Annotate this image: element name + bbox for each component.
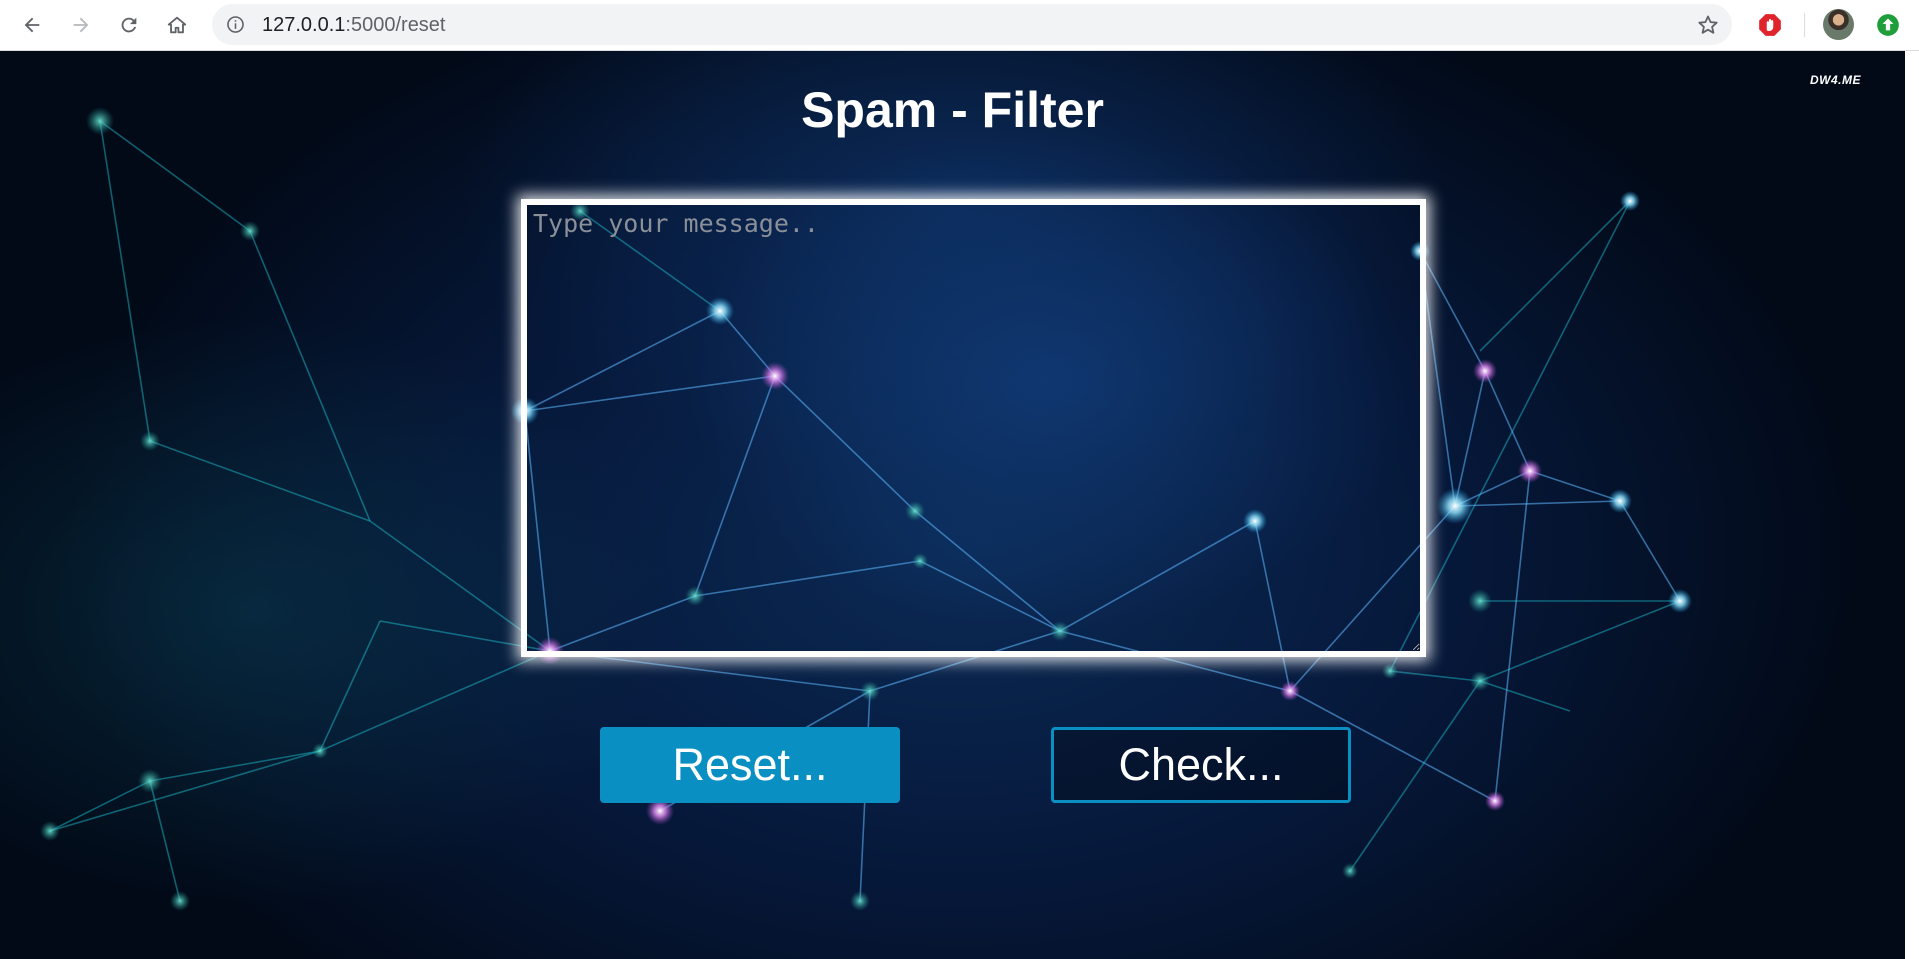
url-text[interactable]: 127.0.0.1:5000/reset <box>262 15 446 35</box>
message-input[interactable] <box>521 199 1426 657</box>
adblock-icon <box>1759 14 1781 36</box>
page-scrollbar[interactable] <box>1905 51 1919 959</box>
url-path: :5000/reset <box>345 14 446 36</box>
page-viewport: DW4.ME Spam - Filter Reset... Check... <box>0 51 1905 959</box>
toolbar-divider <box>1804 13 1805 37</box>
reset-button[interactable]: Reset... <box>600 727 900 803</box>
forward-arrow-icon <box>73 17 89 33</box>
update-extension-button[interactable] <box>1874 11 1902 39</box>
check-button-label: Check... <box>1118 739 1284 790</box>
address-bar[interactable]: 127.0.0.1:5000/reset <box>212 4 1732 45</box>
forward-button[interactable] <box>66 10 96 40</box>
back-arrow-icon <box>24 17 40 33</box>
star-icon[interactable] <box>1696 13 1720 37</box>
browser-toolbar: 127.0.0.1:5000/reset <box>0 0 1919 51</box>
reload-button[interactable] <box>114 10 144 40</box>
reset-button-label: Reset... <box>672 739 828 790</box>
info-icon[interactable] <box>226 15 245 34</box>
back-button[interactable] <box>17 10 47 40</box>
adblock-extension-button[interactable] <box>1756 11 1784 39</box>
page-title: Spam - Filter <box>801 82 1104 138</box>
url-host: 127.0.0.1 <box>262 14 346 36</box>
profile-avatar[interactable] <box>1823 9 1854 40</box>
reload-icon <box>121 17 137 33</box>
home-button[interactable] <box>162 10 192 40</box>
update-arrow-icon <box>1877 14 1899 36</box>
home-icon <box>167 16 187 34</box>
check-button[interactable]: Check... <box>1051 727 1351 803</box>
